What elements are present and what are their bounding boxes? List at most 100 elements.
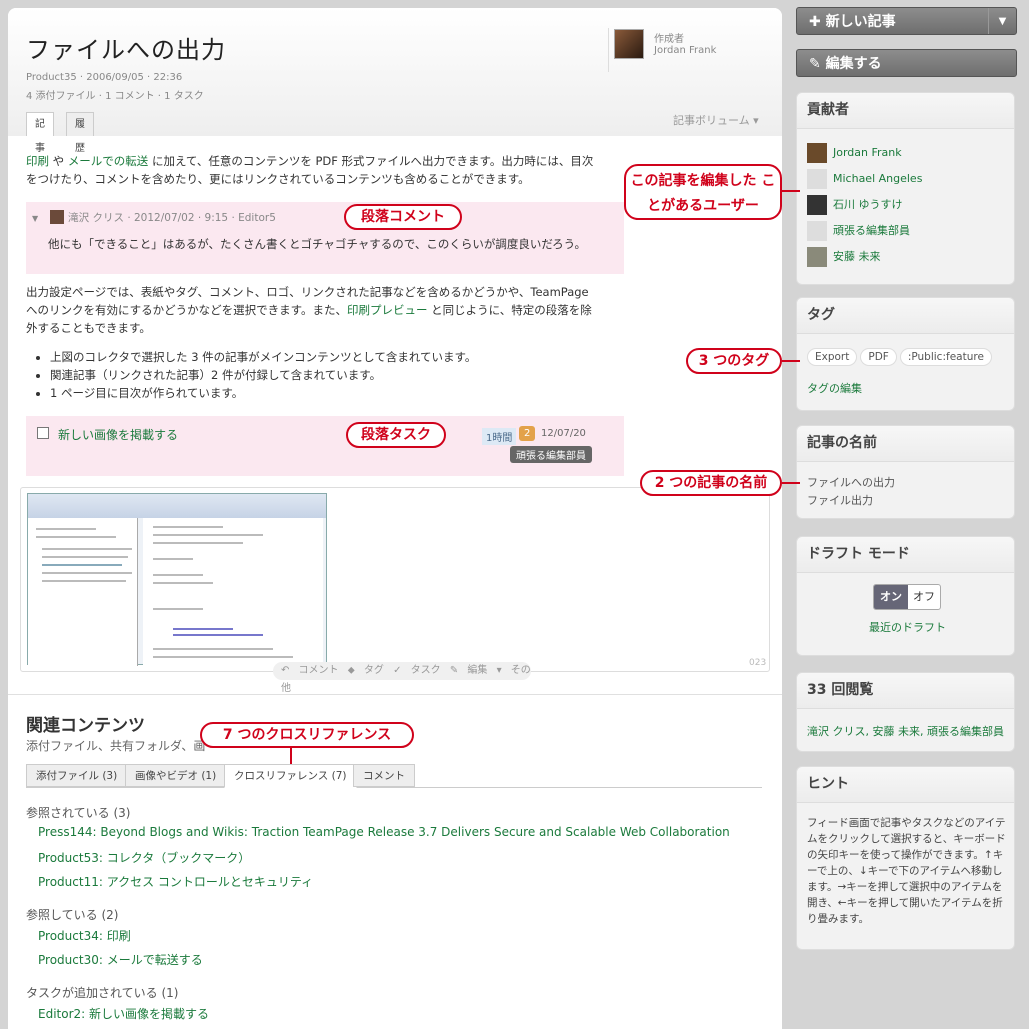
task-date: 12/07/20 <box>541 428 586 439</box>
article-name: ファイルへの出力 <box>807 476 895 489</box>
tab-cross-references[interactable]: クロスリファレンス (7) <box>224 764 357 788</box>
paragraph-task[interactable]: 新しい画像を掲載する 1時間 2 12/07/20 頑張る編集部員 <box>26 416 624 476</box>
text: と同じように、特定の段落を除 <box>427 303 592 317</box>
contributor[interactable]: 石川 ゆうすけ <box>807 195 903 215</box>
tab-attachments[interactable]: 添付ファイル (3) <box>26 764 128 787</box>
task-title[interactable]: 新しい画像を掲載する <box>58 426 178 443</box>
list-item: 1 ページ目に目次が作られています。 <box>50 384 476 402</box>
edit-button[interactable]: ✎ 編集する <box>796 49 1017 77</box>
tab-comments[interactable]: コメント <box>353 764 415 787</box>
text: や <box>49 154 68 168</box>
tab-history[interactable]: 履歴 <box>66 112 94 154</box>
contributor-name[interactable]: 安藤 未来 <box>833 250 881 263</box>
article-names-title: 記事の名前 <box>797 426 1014 462</box>
article-header: ファイルへの出力 Product35 · 2006/09/05 · 22:36 … <box>8 8 782 154</box>
paragraph-comment[interactable]: ▼ 滝沢 クリス · 2012/07/02 · 9:15 · Editor5 他に… <box>26 202 624 274</box>
article-names-box: 記事の名前 ファイルへの出力 ファイル出力 <box>796 425 1015 519</box>
tags-title: タグ <box>797 298 1014 334</box>
avatar <box>50 210 65 224</box>
paragraph-2: 出力設定ページでは、表紙やタグ、コメント、ロゴ、リンクされた記事などを含めるかど… <box>26 283 626 337</box>
edit-tags-link[interactable]: タグの編集 <box>807 380 862 396</box>
tab-article[interactable]: 記事 <box>26 112 54 154</box>
hint-box: ヒント フィード画面で記事やタスクなどのアイテムをクリックして選択すると、キーボ… <box>796 766 1015 950</box>
arrow <box>782 360 800 362</box>
text: 出力設定ページでは、表紙やタグ、コメント、ロゴ、リンクされた記事などを含めるかど… <box>26 285 589 299</box>
article-panel: ファイルへの出力 Product35 · 2006/09/05 · 22:36 … <box>8 8 782 1029</box>
draft-off-button[interactable]: オフ <box>908 585 940 609</box>
related-tabs: 添付ファイル (3) 画像やビデオ (1) クロスリファレンス (7) コメント <box>26 764 762 788</box>
contributor[interactable]: Jordan Frank <box>807 143 902 163</box>
comment-header: ▼ 滝沢 クリス · 2012/07/02 · 9:15 · Editor5 <box>32 210 276 224</box>
hint-title: ヒント <box>797 767 1014 803</box>
new-article-button[interactable]: ✚ 新しい記事 ▼ <box>796 7 1017 35</box>
avatar <box>807 221 827 241</box>
group-references: 参照している (2) <box>26 908 119 922</box>
xref-link[interactable]: Press144: Beyond Blogs and Wikis: Tracti… <box>38 825 730 839</box>
xref-link[interactable]: Product11: アクセス コントロールとセキュリティ <box>38 873 313 890</box>
bullet-list: 上図のコレクタで選択した 3 件の記事がメインコンテンツとして含まれています。 … <box>50 348 476 402</box>
print-preview-link[interactable]: 印刷プレビュー <box>347 303 428 317</box>
tag[interactable]: :Public:feature <box>899 348 992 366</box>
views-box: 33 回閲覧 滝沢 クリス, 安藤 未来, 頑張る編集部員 <box>796 672 1015 752</box>
xref-link[interactable]: Product53: コレクタ（ブックマーク） <box>38 849 250 866</box>
tab-images[interactable]: 画像やビデオ (1) <box>125 764 227 787</box>
author-name[interactable]: Jordan Frank <box>654 45 716 56</box>
sidebar: ✚ 新しい記事 ▼ ✎ 編集する 貢献者 Jordan Frank Michael… <box>790 0 1029 1029</box>
contributor-name[interactable]: Michael Angeles <box>833 172 922 185</box>
recent-drafts-link[interactable]: 最近のドラフト <box>869 619 946 635</box>
tag-list: Export PDF:Public:feature <box>807 348 995 366</box>
arrow <box>782 482 800 484</box>
page-title: ファイルへの出力 <box>26 36 226 64</box>
contributor-name[interactable]: 頑張る編集部員 <box>833 224 910 237</box>
tag[interactable]: PDF <box>860 348 897 366</box>
draft-on-button[interactable]: オン <box>874 585 908 609</box>
group-tasks: タスクが追加されている (1) <box>26 986 179 1000</box>
new-article-label: ✚ 新しい記事 <box>809 14 896 30</box>
contributors-title: 貢献者 <box>797 93 1014 129</box>
callout-paragraph-comment: 段落コメント <box>344 204 462 230</box>
tag[interactable]: Export <box>807 348 858 366</box>
xref-link[interactable]: Editor2: 新しい画像を掲載する <box>38 1005 209 1022</box>
list-item: 関連記事（リンクされた記事）2 件が付録して含まれています。 <box>50 366 476 384</box>
contributor[interactable]: Michael Angeles <box>807 169 922 189</box>
screenshot-document <box>143 518 323 666</box>
contributor[interactable]: 頑張る編集部員 <box>807 221 910 241</box>
contributor-name[interactable]: 石川 ゆうすけ <box>833 198 903 211</box>
author-block[interactable]: 作成者 Jordan Frank <box>608 28 768 72</box>
callout-cross-references: 7 つのクロスリファレンス <box>200 722 414 748</box>
arrow <box>290 748 292 764</box>
comment-body: 他にも「できること」はあるが、たくさん書くとゴチャゴチャするので、このくらいが調… <box>48 237 586 251</box>
avatar <box>807 195 827 215</box>
screenshot-tree <box>28 518 138 666</box>
xref-link[interactable]: Product30: メールで転送する <box>38 951 203 968</box>
hint-text: フィード画面で記事やタスクなどのアイテムをクリックして選択すると、キーボードの矢… <box>807 817 1006 925</box>
draft-mode-toggle[interactable]: オン オフ <box>873 584 941 610</box>
article-volume-menu[interactable]: 記事ボリューム ▾ <box>673 112 759 128</box>
contributor-name[interactable]: Jordan Frank <box>833 146 902 159</box>
action-bar[interactable]: ↶ コメント ⬥ タグ ✓ タスク ✎ 編集 ▾ その他 <box>273 662 531 694</box>
email-link[interactable]: メールでの転送 <box>68 154 149 168</box>
screenshot-toolbar <box>28 494 326 518</box>
callout-tags: 3 つのタグ <box>686 348 782 374</box>
task-assignee[interactable]: 頑張る編集部員 <box>510 446 592 463</box>
task-checkbox[interactable] <box>37 427 49 439</box>
views-title: 33 回閲覧 <box>797 673 1014 709</box>
callout-names: 2 つの記事の名前 <box>640 470 782 496</box>
contributors-box: 貢献者 Jordan Frank Michael Angeles 石川 ゆうすけ… <box>796 92 1015 285</box>
chevron-down-icon[interactable]: ▼ <box>988 8 1016 34</box>
embedded-screenshot[interactable] <box>27 493 327 666</box>
article-meta: Product35 · 2006/09/05 · 22:36 <box>26 72 183 83</box>
print-link[interactable]: 印刷 <box>26 154 49 168</box>
text: に加えて、任意のコンテンツを PDF 形式ファイルへ出力できます。出力時には、目… <box>148 154 594 168</box>
task-priority-badge: 2 <box>519 426 536 441</box>
image-frame: 023 <box>20 487 770 672</box>
contributor[interactable]: 安藤 未来 <box>807 247 881 267</box>
viewers-list[interactable]: 滝沢 クリス, 安藤 未来, 頑張る編集部員 <box>807 723 1004 739</box>
author-label: 作成者 <box>654 34 684 45</box>
xref-link[interactable]: Product34: 印刷 <box>38 927 131 944</box>
callout-paragraph-task: 段落タスク <box>346 422 446 448</box>
text: 外することもできます。 <box>26 321 151 335</box>
arrow <box>782 190 800 192</box>
group-referenced-by: 参照されている (3) <box>26 806 131 820</box>
list-item: 上図のコレクタで選択した 3 件の記事がメインコンテンツとして含まれています。 <box>50 348 476 366</box>
